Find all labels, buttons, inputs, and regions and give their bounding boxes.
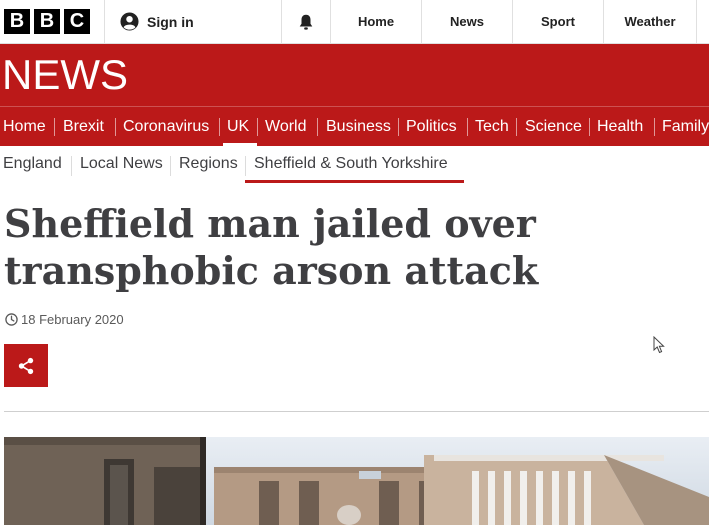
subnav-england[interactable]: England [3, 155, 62, 173]
section-nav-world[interactable]: World [265, 107, 307, 146]
section-nav-business[interactable]: Business [326, 107, 391, 146]
section-nav-separator [219, 118, 220, 136]
article-divider [4, 411, 709, 412]
section-nav-family[interactable]: Family [662, 107, 709, 146]
article-headline: Sheffield man jailed over transphobic ar… [4, 201, 539, 293]
bell-icon[interactable] [297, 13, 315, 31]
clock-icon [5, 313, 18, 326]
section-nav-separator [589, 118, 590, 136]
signin-label: Sign in [147, 13, 194, 30]
section-nav-separator [516, 118, 517, 136]
topnav-news[interactable]: News [422, 0, 512, 44]
subnav-regions[interactable]: Regions [179, 155, 238, 173]
bbc-logo[interactable]: B B C [4, 9, 90, 34]
section-nav-brexit[interactable]: Brexit [63, 107, 104, 146]
section-nav-tech[interactable]: Tech [475, 107, 509, 146]
masthead-divider [281, 0, 282, 44]
section-nav: Home Brexit Coronavirus UK World Busines… [0, 106, 709, 146]
signin-link[interactable]: Sign in [120, 12, 194, 31]
section-nav-separator [317, 118, 318, 136]
bbc-logo-letter: C [64, 9, 90, 34]
mouse-cursor-icon [653, 336, 665, 354]
share-icon [18, 357, 34, 374]
subnav-separator [245, 156, 246, 176]
section-nav-home[interactable]: Home [3, 107, 46, 146]
section-nav-coronavirus[interactable]: Coronavirus [123, 107, 209, 146]
subnav-local-news[interactable]: Local News [80, 155, 163, 173]
subnav-sheffield[interactable]: Sheffield & South Yorkshire [254, 155, 448, 173]
section-nav-separator [654, 118, 655, 136]
masthead-divider [104, 0, 105, 44]
news-logo[interactable]: NEWS [2, 50, 128, 100]
topnav-home[interactable]: Home [331, 0, 421, 44]
share-button[interactable] [4, 344, 48, 387]
section-nav-politics[interactable]: Politics [406, 107, 457, 146]
topnav-sport[interactable]: Sport [513, 0, 603, 44]
section-nav-separator [54, 118, 55, 136]
user-icon [120, 12, 139, 31]
bbc-logo-letter: B [34, 9, 60, 34]
subnav-active-indicator [245, 180, 464, 183]
section-nav-uk[interactable]: UK [227, 107, 249, 146]
topnav-weather[interactable]: Weather [604, 0, 696, 44]
article-image [4, 437, 709, 525]
bbc-masthead: B B C Sign in Home News Sport Weather [0, 0, 709, 44]
courthouse-photo [4, 437, 709, 525]
news-banner: NEWS [0, 44, 709, 106]
section-nav-separator [257, 118, 258, 136]
article-date: 18 February 2020 [5, 312, 124, 327]
bbc-logo-letter: B [4, 9, 30, 34]
article-date-text: 18 February 2020 [21, 312, 124, 327]
section-nav-science[interactable]: Science [525, 107, 582, 146]
section-nav-separator [115, 118, 116, 136]
masthead-divider [696, 0, 697, 44]
subnav-separator [71, 156, 72, 176]
section-nav-separator [398, 118, 399, 136]
section-nav-health[interactable]: Health [597, 107, 643, 146]
section-nav-separator [467, 118, 468, 136]
regional-subnav: England Local News Regions Sheffield & S… [0, 146, 709, 184]
subnav-separator [170, 156, 171, 176]
